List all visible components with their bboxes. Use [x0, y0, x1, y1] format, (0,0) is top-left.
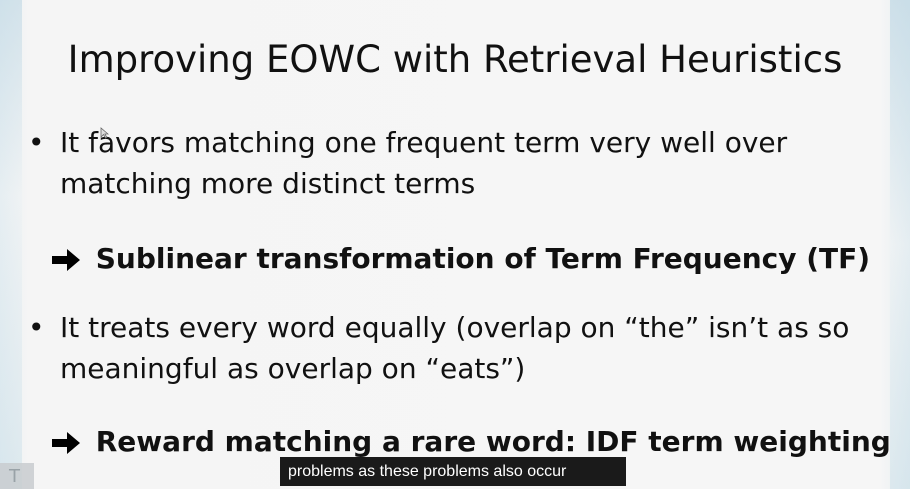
subtitle-caption: problems as these problems also occur	[280, 457, 626, 486]
bullet-item-2: • It treats every word equally (overlap …	[28, 307, 868, 389]
bullet-item-1: • It favors matching one frequent term v…	[28, 122, 868, 204]
bullet-dot: •	[28, 311, 45, 344]
conclusion-text: Sublinear transformation of Term Frequen…	[95, 242, 871, 275]
mouse-cursor-icon	[100, 124, 110, 143]
slide-title: Improving EOWC with Retrieval Heuristics	[67, 38, 843, 81]
player-logo-icon[interactable]: T	[0, 463, 34, 489]
bullet-text: It treats every word equally (overlap on…	[60, 311, 850, 385]
bullet-text: It favors matching one frequent term ver…	[60, 126, 788, 200]
right-arrow-icon	[50, 247, 86, 273]
right-arrow-icon	[50, 430, 86, 456]
slide: Improving EOWC with Retrieval Heuristics…	[0, 0, 910, 489]
conclusion-1: Sublinear transformation of Term Frequen…	[50, 239, 870, 279]
conclusion-text: Reward matching a rare word: IDF term we…	[95, 425, 891, 458]
conclusion-2: Reward matching a rare word: IDF term we…	[50, 422, 891, 462]
bullet-dot: •	[28, 126, 45, 159]
